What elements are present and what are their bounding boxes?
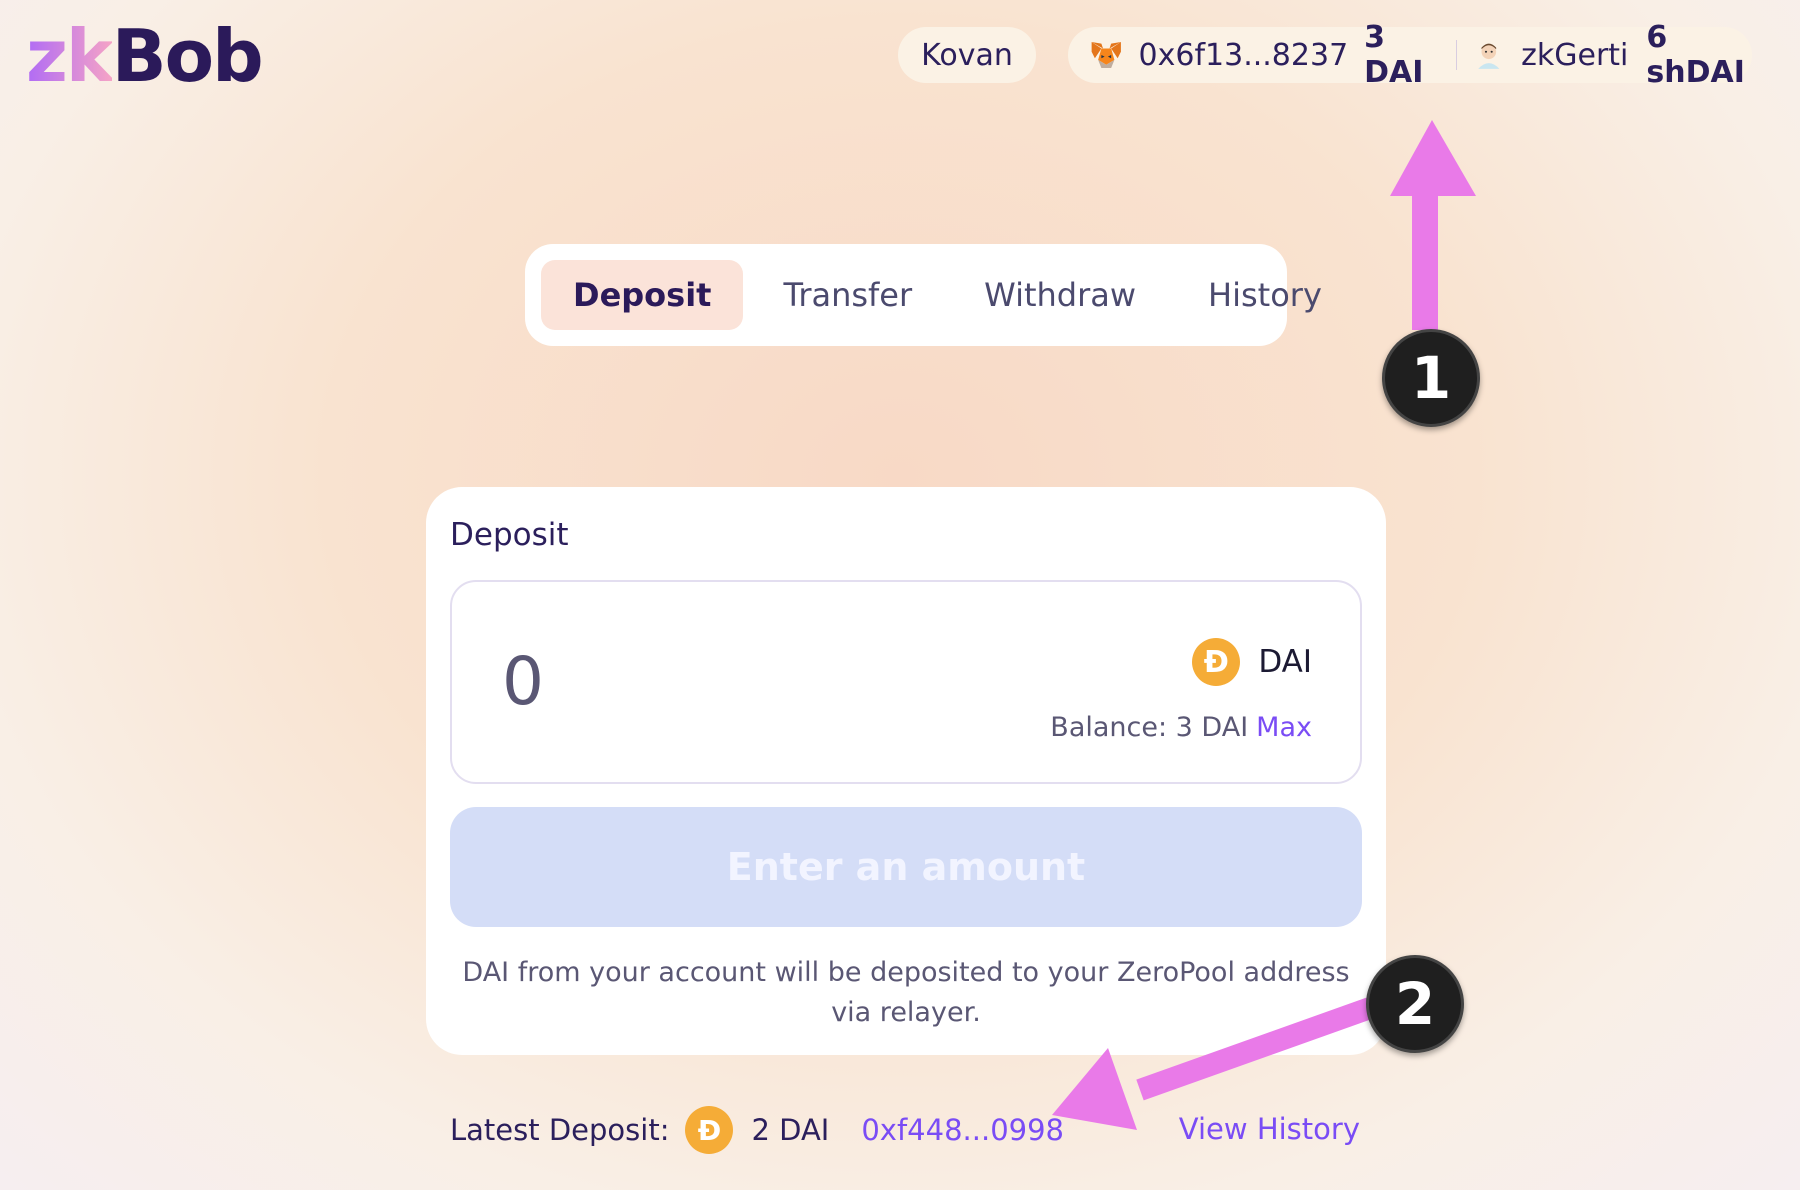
- balance-label: Balance: 3 DAI: [1050, 712, 1249, 743]
- network-selector[interactable]: Kovan: [898, 27, 1036, 83]
- metamask-fox-icon: [1091, 41, 1121, 69]
- zk-balance: 6 shDAI: [1646, 20, 1745, 90]
- main-tabs: Deposit Transfer Withdraw History: [525, 244, 1322, 346]
- latest-deposit-amount: 2 DAI: [751, 1113, 830, 1147]
- account-pill[interactable]: 0x6f13...8237 3 DAI zkGerti 6 shDAI: [1068, 20, 1752, 90]
- amount-input[interactable]: [500, 642, 804, 721]
- wallet-balance: 3 DAI: [1364, 20, 1424, 90]
- latest-deposit-label: Latest Deposit:: [450, 1113, 670, 1147]
- account-divider: [1455, 40, 1458, 70]
- amount-box: Ð DAI Balance: 3 DAIMax: [450, 580, 1362, 784]
- logo-bob: Bob: [111, 14, 264, 98]
- token-symbol: DAI: [1258, 644, 1312, 680]
- annotation-arrow-2-head: [1052, 1048, 1137, 1130]
- tab-transfer[interactable]: Transfer: [751, 260, 944, 330]
- dai-coin-icon: Ð: [1192, 638, 1241, 686]
- card-title: Deposit: [450, 517, 569, 553]
- network-label: Kovan: [921, 37, 1013, 73]
- enter-amount-button[interactable]: Enter an amount: [450, 807, 1362, 927]
- latest-deposit-tx-link[interactable]: 0xf448...0998: [861, 1113, 1064, 1147]
- tab-deposit[interactable]: Deposit: [541, 260, 744, 330]
- dai-coin-icon: Ð: [685, 1106, 734, 1154]
- user-avatar-icon: [1478, 43, 1500, 69]
- token-selector: Ð DAI: [1192, 638, 1312, 686]
- tab-withdraw[interactable]: Withdraw: [952, 260, 1168, 330]
- view-history-link[interactable]: View History: [1179, 1112, 1360, 1146]
- annotation-badge-2: 2: [1366, 955, 1464, 1053]
- deposit-note: DAI from your account will be deposited …: [462, 957, 1350, 1028]
- max-button[interactable]: Max: [1256, 712, 1312, 743]
- balance-row: Balance: 3 DAI Max: [1050, 712, 1312, 743]
- zkbob-logo[interactable]: zkBob: [26, 20, 264, 92]
- wallet-address: 0x6f13...8237: [1138, 37, 1349, 73]
- tab-history[interactable]: History: [1176, 260, 1354, 330]
- annotation-arrow-1-head: [1390, 120, 1476, 196]
- latest-deposit: Latest Deposit: Ð 2 DAI 0xf448...0998: [450, 1106, 1064, 1154]
- deposit-card: Deposit Ð DAI Balance: 3 DAIMax Enter an…: [426, 487, 1386, 1055]
- annotation-badge-1: 1: [1382, 329, 1480, 427]
- logo-zk: zk: [26, 14, 114, 98]
- zk-account-name: zkGerti: [1521, 37, 1629, 73]
